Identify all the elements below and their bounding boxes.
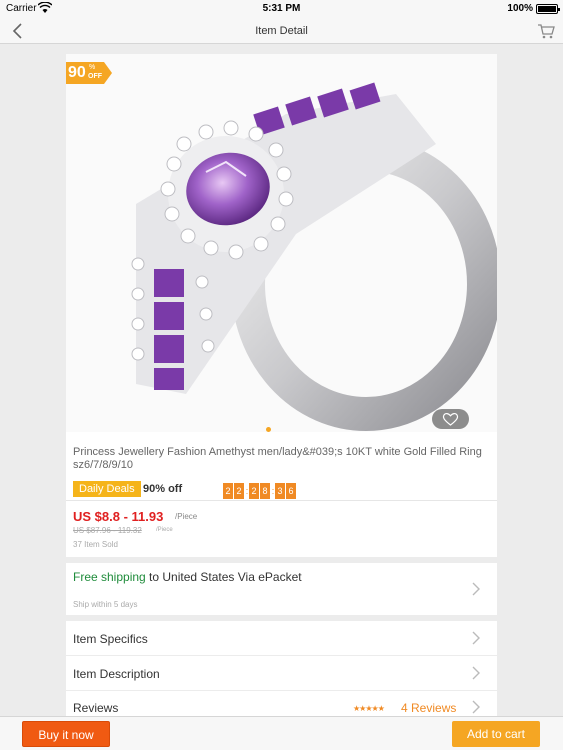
shopping-cart-icon[interactable] xyxy=(537,22,555,40)
page-title: Item Detail xyxy=(255,25,308,37)
bottom-action-bar: Buy it now Add to cart xyxy=(0,716,563,750)
reviews-label: Reviews xyxy=(73,701,119,715)
shipping-row[interactable]: Free shipping to United States Via ePack… xyxy=(66,563,497,615)
status-bar: Carrier 5:31 PM 100% xyxy=(0,0,563,18)
heart-icon xyxy=(442,413,459,426)
buy-now-button[interactable]: Buy it now xyxy=(22,721,110,747)
discount-value: 90 xyxy=(68,64,86,81)
countdown-digit: 2 xyxy=(249,483,259,499)
wishlist-button[interactable] xyxy=(432,409,469,429)
ring-illustration xyxy=(131,82,501,431)
shipping-info: Free shipping to United States Via ePack… xyxy=(73,570,313,585)
countdown-digit: 8 xyxy=(260,483,270,499)
product-title: Princess Jewellery Fashion Amethyst men/… xyxy=(73,446,482,471)
countdown-digit: 2 xyxy=(234,483,244,499)
shipping-time: Ship within 5 days xyxy=(73,600,138,609)
rating-stars: ★★★★★ xyxy=(353,704,385,713)
reviews-row[interactable]: Reviews ★★★★★ 4 Reviews xyxy=(66,691,497,719)
battery-percent: 100% xyxy=(507,3,533,14)
battery-icon xyxy=(536,4,560,14)
discount-badge: 90 % OFF xyxy=(66,62,112,84)
sold-count: 37 Item Sold xyxy=(73,540,118,549)
original-price: US $87.96 - 119.32 xyxy=(73,526,142,535)
review-count: 4 Reviews xyxy=(401,701,457,715)
countdown-timer: 22:28:36 xyxy=(223,481,297,499)
item-specifics-label: Item Specifics xyxy=(73,632,148,646)
price: US $8.8 - 11.93 xyxy=(73,509,164,524)
clock: 5:31 PM xyxy=(262,3,301,14)
item-description-label: Item Description xyxy=(73,667,160,681)
chevron-right-icon xyxy=(472,700,480,714)
product-card: 90 % OFF Princess Jewellery Fashion Amet… xyxy=(66,54,501,557)
discount-suffix: OFF xyxy=(88,73,102,80)
nav-bar: Item Detail xyxy=(0,18,563,44)
original-price-unit: /Piece xyxy=(156,527,173,533)
chevron-right-icon xyxy=(472,631,480,645)
divider xyxy=(66,500,497,501)
free-shipping-label: Free shipping xyxy=(73,570,146,584)
chevron-right-icon xyxy=(472,582,480,596)
add-to-cart-button[interactable]: Add to cart xyxy=(452,721,540,747)
price-unit: /Piece xyxy=(175,512,198,521)
deals-row: Daily Deals 90% off 22:28:36 xyxy=(73,481,493,499)
item-specifics-row[interactable]: Item Specifics xyxy=(66,621,497,655)
item-description-row[interactable]: Item Description xyxy=(66,656,497,690)
discount-percent-sign: % xyxy=(89,64,96,71)
daily-deals-badge[interactable]: Daily Deals xyxy=(73,481,141,497)
chevron-right-icon xyxy=(472,666,480,680)
countdown-digit: 2 xyxy=(223,483,233,499)
countdown-digit: 3 xyxy=(275,483,285,499)
product-image[interactable]: 90 % OFF xyxy=(66,54,501,432)
deals-percent: 90% off xyxy=(143,483,183,495)
shipping-destination: to United States Via ePacket xyxy=(145,570,302,584)
countdown-digit: 6 xyxy=(286,483,296,499)
carousel-indicator xyxy=(266,427,271,432)
